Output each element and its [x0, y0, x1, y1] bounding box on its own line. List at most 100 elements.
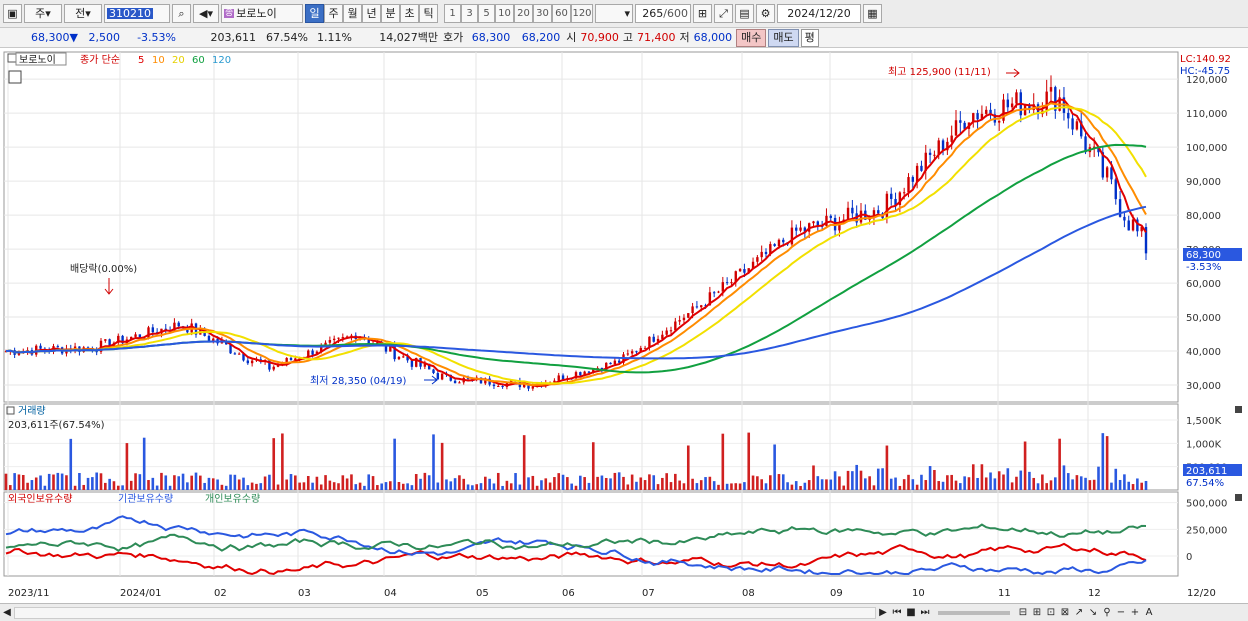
volume-panel-close-icon[interactable] — [1235, 406, 1242, 413]
interval-1[interactable]: 1 — [444, 4, 461, 23]
volume-bar — [233, 474, 237, 490]
volume-bar — [155, 485, 159, 490]
volume-bar — [341, 475, 345, 490]
chart-area[interactable]: 120,000110,000100,00090,00080,00070,0006… — [0, 48, 1248, 604]
compare-icon[interactable]: ⊡ — [1044, 607, 1058, 618]
tab-month[interactable]: 월 — [343, 4, 362, 23]
save-icon[interactable]: ▤ — [735, 4, 754, 23]
volume-bar — [756, 476, 759, 490]
volume-bar — [345, 478, 349, 490]
custom-interval-select[interactable]: ▾ — [595, 4, 633, 23]
candle-body — [730, 282, 733, 284]
candle-body — [959, 120, 962, 123]
volume-bar — [505, 480, 509, 490]
tab-year[interactable]: 년 — [362, 4, 381, 23]
layout-icon[interactable]: ⊟ — [1016, 607, 1030, 618]
volume-bar — [207, 477, 211, 490]
code-input[interactable]: 310210 — [104, 4, 170, 23]
interval-3[interactable]: 3 — [461, 4, 478, 23]
volume-bar — [263, 476, 267, 490]
stock-label: 보로노이 — [19, 54, 56, 66]
volume-bar — [514, 473, 517, 490]
magnet-icon[interactable]: ⚲ — [1100, 607, 1114, 618]
scroll-last-icon[interactable]: ⏭ — [918, 607, 932, 618]
font-size-icon[interactable]: A — [1142, 607, 1156, 618]
sell-button[interactable]: 매도 — [768, 28, 799, 47]
split-icon[interactable]: ⊞ — [1030, 607, 1044, 618]
volume-bar — [851, 471, 854, 490]
date-field[interactable]: 2024/12/20 — [777, 4, 861, 23]
candle-body — [39, 345, 42, 349]
draw-tools-icon[interactable]: ⤢ — [714, 4, 733, 23]
stock-name-field[interactable]: 종 보로노이 — [221, 4, 303, 23]
interval-120[interactable]: 120 — [571, 4, 593, 23]
speaker-icon[interactable]: ◀▾ — [193, 4, 219, 23]
volume-bar — [630, 474, 634, 490]
price-tick-label: 100,000 — [1186, 143, 1227, 154]
price-tick-label: 110,000 — [1186, 109, 1227, 120]
zoom-in-icon[interactable]: + — [1128, 607, 1142, 618]
candle-body — [311, 350, 314, 355]
scroll-track[interactable] — [14, 606, 876, 619]
indicator-icon[interactable]: ⊠ — [1058, 607, 1072, 618]
candle-body — [609, 362, 612, 365]
candle-body — [531, 386, 535, 389]
volume-bar — [203, 482, 206, 490]
candle-body — [933, 154, 936, 156]
market-select[interactable]: 전 ▾ — [64, 4, 102, 23]
candle-body — [799, 227, 802, 231]
volume-bar — [950, 474, 953, 490]
turnover-pct: 1.11% — [317, 30, 352, 44]
volume-tick-label: 1,000K — [1186, 439, 1222, 450]
table-icon[interactable] — [8, 70, 22, 84]
zoom-slider[interactable] — [938, 610, 1010, 615]
tab-day[interactable]: 일 — [305, 4, 324, 23]
volume-bar — [259, 483, 263, 490]
interval-30[interactable]: 30 — [533, 4, 552, 23]
calendar-icon[interactable]: ▦ — [863, 4, 882, 23]
scroll-first-icon[interactable]: ⏮ — [890, 607, 904, 618]
drawing-icon[interactable]: ↘ — [1086, 607, 1100, 618]
scroll-right-icon[interactable]: ▶ — [876, 607, 890, 618]
tab-second[interactable]: 초 — [400, 4, 419, 23]
volume-bar — [864, 478, 867, 490]
volume-bar — [4, 473, 8, 490]
volume-bar — [553, 477, 556, 490]
interval-5[interactable]: 5 — [478, 4, 495, 23]
stop-icon[interactable]: ■ — [904, 607, 918, 618]
change-pct: -3.53% — [137, 30, 176, 44]
candle-body — [332, 338, 336, 341]
avg-button[interactable]: 평 — [800, 28, 819, 47]
zoom-out-icon[interactable]: − — [1114, 607, 1128, 618]
interval-20[interactable]: 20 — [514, 4, 533, 23]
volume-bar — [246, 485, 250, 490]
holding-panel-close-icon[interactable] — [1235, 494, 1242, 501]
tab-minute[interactable]: 분 — [381, 4, 400, 23]
date-tick-label: 02 — [214, 588, 227, 599]
chart-type-icon[interactable]: ⊞ — [693, 4, 712, 23]
ask-price: 68,300 — [471, 30, 511, 44]
count-field[interactable]: 265/600 — [635, 4, 691, 23]
volume-bar — [954, 480, 958, 490]
tab-week[interactable]: 주 — [324, 4, 343, 23]
volume-bar — [734, 483, 738, 490]
interval-60[interactable]: 60 — [552, 4, 571, 23]
gear-icon[interactable]: ⚙ — [756, 4, 775, 23]
volume-bar — [319, 484, 323, 490]
search-icon[interactable]: ⌕ — [172, 4, 191, 23]
buy-button[interactable]: 매수 — [736, 28, 767, 47]
price-tick-label: 30,000 — [1186, 381, 1221, 392]
volume-bar — [250, 482, 254, 490]
interval-10[interactable]: 10 — [495, 4, 514, 23]
volume-bar — [570, 483, 573, 490]
volume-bar — [583, 477, 586, 490]
chart-scrollbar[interactable]: ◀ ▶ ⏮ ■ ⏭ ⊟ ⊞ ⊡ ⊠ ↗ ↘ ⚲ − + A — [0, 603, 1248, 621]
tab-tick[interactable]: 틱 — [419, 4, 438, 23]
window-icon[interactable]: ▣ — [3, 4, 22, 23]
scroll-left-icon[interactable]: ◀ — [0, 607, 14, 618]
volume-bar — [43, 485, 47, 490]
period-select[interactable]: 주 ▾ — [24, 4, 62, 23]
line-tool-icon[interactable]: ↗ — [1072, 607, 1086, 618]
volume-bar — [389, 481, 392, 490]
candle-body — [410, 360, 414, 367]
